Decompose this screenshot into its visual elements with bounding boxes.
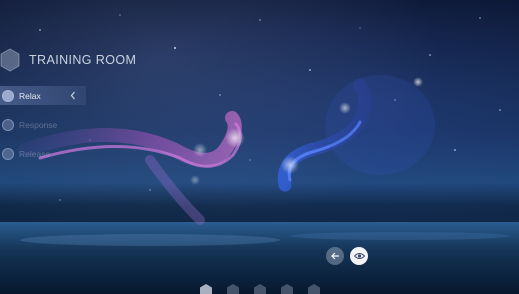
view-button[interactable] <box>350 247 368 265</box>
hexagon-icon[interactable] <box>199 283 213 294</box>
eye-icon <box>353 253 365 259</box>
chevron-left-icon[interactable] <box>68 90 78 101</box>
sidebar-menu: Relax Response Release <box>0 86 90 173</box>
training-room-screen: TRAINING ROOM Relax Response Release <box>0 0 519 294</box>
hexagon-icon[interactable] <box>307 283 321 294</box>
page-title: TRAINING ROOM <box>29 53 137 67</box>
page-indicator <box>199 283 321 294</box>
menu-item-relax[interactable]: Relax <box>0 86 86 105</box>
playback-controls <box>326 247 368 265</box>
menu-item-dot <box>2 89 14 102</box>
hexagon-icon[interactable] <box>253 283 267 294</box>
menu-item-label: Relax <box>19 90 41 101</box>
menu-item-release[interactable]: Release <box>0 144 90 163</box>
hexagon-icon <box>0 48 20 72</box>
sea-reflection <box>290 232 510 240</box>
menu-item-dot <box>2 118 14 131</box>
arrow-left-icon <box>331 252 339 260</box>
hexagon-icon[interactable] <box>226 283 240 294</box>
menu-item-label: Response <box>19 119 58 130</box>
back-button[interactable] <box>326 247 344 265</box>
menu-item-dot <box>2 147 14 160</box>
blue-particle-wave <box>277 75 435 192</box>
hexagon-icon[interactable] <box>280 283 294 294</box>
stars <box>39 14 501 201</box>
sea-reflection <box>20 234 280 246</box>
header: TRAINING ROOM <box>0 47 136 73</box>
menu-item-label: Release <box>19 148 51 159</box>
menu-item-response[interactable]: Response <box>0 115 90 134</box>
